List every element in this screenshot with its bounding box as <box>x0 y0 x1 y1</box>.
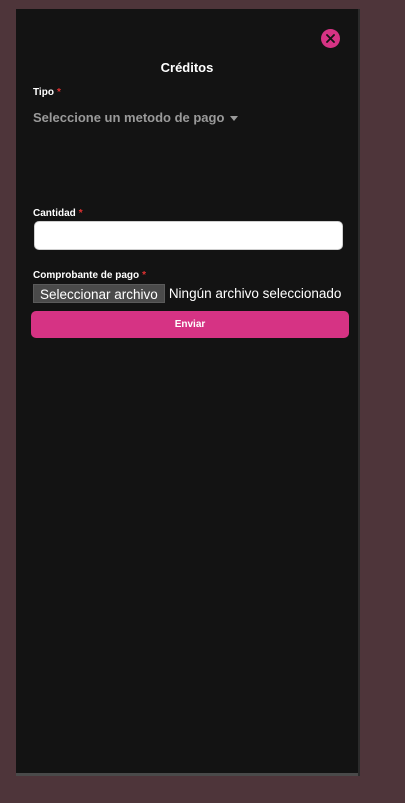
choose-file-button[interactable]: Seleccionar archivo <box>33 284 165 303</box>
tipo-label: Tipo * <box>33 87 61 98</box>
tipo-label-text: Tipo <box>33 87 54 98</box>
file-input: Seleccionar archivo Ningún archivo selec… <box>33 284 341 303</box>
credits-modal: Créditos Tipo * Seleccione un metodo de p… <box>16 9 360 776</box>
required-mark: * <box>142 270 147 281</box>
chevron-down-icon <box>230 115 239 121</box>
close-icon <box>326 34 335 43</box>
required-mark: * <box>56 87 61 98</box>
quantity-input[interactable] <box>34 221 343 250</box>
required-mark: * <box>78 208 83 219</box>
modal-title: Créditos <box>160 60 214 75</box>
close-button[interactable] <box>321 29 340 48</box>
modal-bottom-border <box>16 773 358 776</box>
file-status: Ningún archivo seleccionado <box>168 286 342 301</box>
comprobante-label-text: Comprobante de pago <box>33 270 140 281</box>
select-placeholder: Seleccione un metodo de pago <box>33 110 225 125</box>
comprobante-label: Comprobante de pago * <box>33 270 146 281</box>
payment-method-select[interactable]: Seleccione un metodo de pago <box>33 110 239 125</box>
cantidad-label: Cantidad * <box>33 208 83 219</box>
cantidad-label-text: Cantidad <box>33 208 76 219</box>
submit-button[interactable]: Enviar <box>31 311 349 338</box>
